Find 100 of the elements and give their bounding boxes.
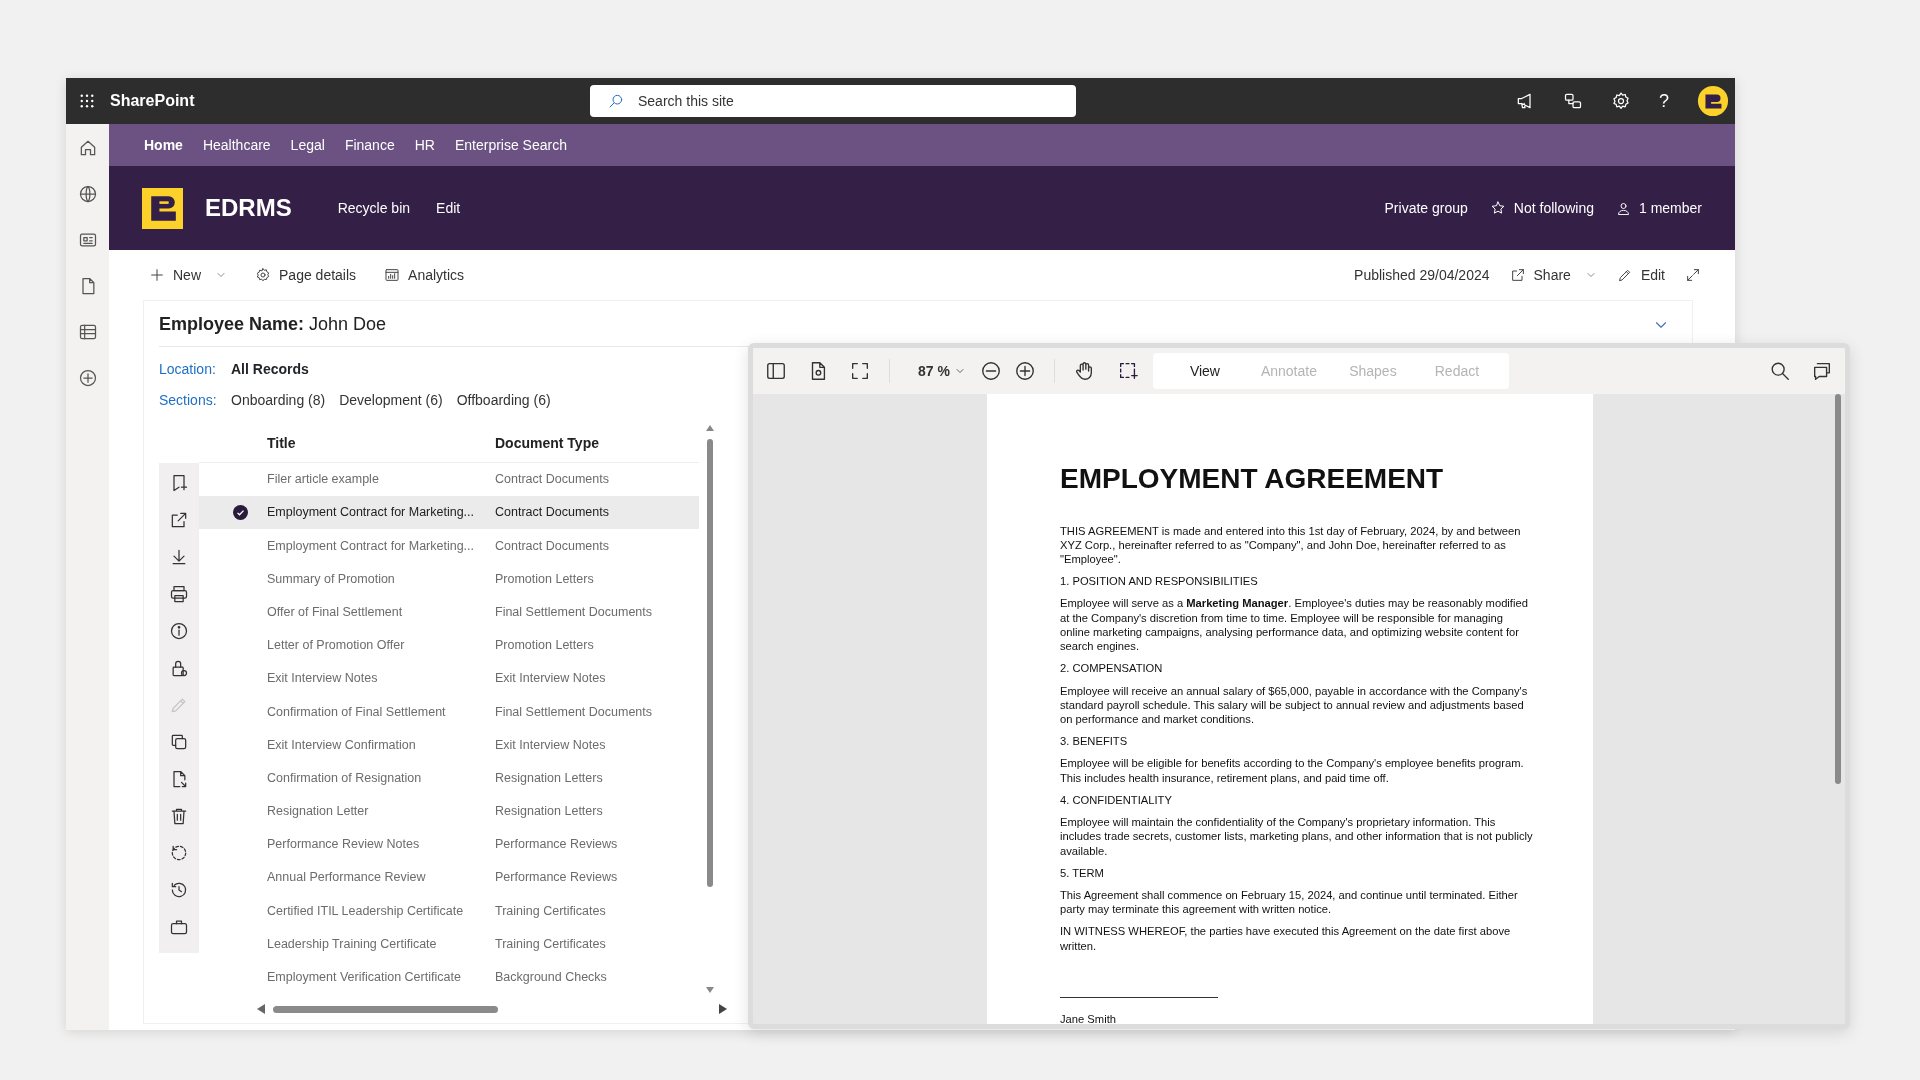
section-link[interactable]: Offboarding (6)	[456, 390, 551, 411]
section-heading: 1. POSITION AND RESPONSIBILITIES	[1060, 574, 1259, 589]
document-type-cell: Exit Interview Notes	[495, 737, 606, 752]
title-cell: Resignation Letter	[267, 804, 369, 819]
hub-nav-link[interactable]: Enterprise Search	[454, 134, 567, 156]
document-type-cell: Final Settlement Documents	[495, 704, 652, 719]
table-row[interactable]: Annual Performance Review Performance Reviews	[199, 861, 699, 895]
fullscreen-button[interactable]	[849, 360, 871, 382]
title-cell: Certified ITIL Leadership Certificate	[267, 903, 464, 918]
app-launcher-button[interactable]	[78, 92, 96, 110]
title-cell: Leadership Training Certificate	[267, 936, 437, 951]
published-date: Published 29/04/2024	[1354, 265, 1490, 285]
table-row[interactable]: Summary of Promotion Promotion Letters	[199, 562, 699, 596]
search-field[interactable]: Search this site	[590, 85, 1076, 117]
members-button[interactable]: 1 member	[1615, 197, 1702, 219]
zoom-dropdown[interactable]: 87 %	[918, 360, 966, 382]
table-row[interactable]: Employment Contract for Marketing... Contract Documents	[199, 496, 699, 530]
location-label: Location:	[159, 360, 217, 379]
table-row[interactable]: Filer article example Contract Documents	[199, 463, 699, 497]
table-row[interactable]: Leadership Training Certificate Training Certificates	[199, 927, 699, 961]
scroll-right-icon[interactable]	[719, 1004, 727, 1014]
page-details-button[interactable]: Page details	[255, 264, 357, 286]
document-paragraph: This Agreement shall commence on February 15, 2024, and continue until terminated. Either party may terminate this agreement with written notice.	[1060, 887, 1519, 917]
new-button[interactable]: New	[149, 264, 227, 286]
location-value: All Records	[231, 360, 309, 379]
print-icon[interactable]	[169, 584, 189, 604]
hub-nav-link[interactable]: Finance	[344, 134, 395, 156]
document-paragraph: Employee will maintain the confidentiality of the Company's proprietary information. This includes trade secrets, customer lists, marketing plans, and other information that is not publicly available.	[1060, 815, 1533, 858]
check-icon[interactable]	[232, 505, 248, 521]
vertical-scrollbar-thumb[interactable]	[1835, 394, 1841, 784]
edit-button[interactable]: Edit	[1616, 264, 1665, 286]
section-heading: 2. COMPENSATION	[1060, 661, 1164, 676]
header-link[interactable]: Edit	[436, 197, 461, 219]
history-icon[interactable]	[169, 880, 189, 900]
document-type-cell: Exit Interview Notes	[495, 671, 606, 686]
avatar[interactable]	[1697, 85, 1729, 117]
expand-icon[interactable]	[1685, 267, 1701, 283]
app-name[interactable]: SharePoint	[110, 89, 590, 113]
trash-icon[interactable]	[169, 806, 189, 826]
scroll-up-icon[interactable]	[706, 425, 714, 431]
comment-icon[interactable]	[1811, 360, 1833, 382]
record-heading: Employee Name: John Doe	[159, 313, 387, 336]
title-cell: Employment Contract for Marketing...	[267, 505, 475, 520]
table-row[interactable]: Confirmation of Final Settlement Final Settlement Documents	[199, 695, 699, 729]
scroll-down-icon[interactable]	[706, 987, 714, 993]
section-link[interactable]: Onboarding (8)	[231, 390, 326, 411]
info-icon[interactable]	[169, 621, 189, 641]
table-row[interactable]: Exit Interview Notes Exit Interview Notes	[199, 662, 699, 696]
add-icon[interactable]	[77, 368, 98, 388]
document-type-cell: Resignation Letters	[495, 804, 603, 819]
table-row[interactable]: Resignation Letter Resignation Letters	[199, 794, 699, 829]
section-heading: 5. TERM	[1060, 865, 1105, 880]
analytics-button[interactable]: Analytics	[384, 264, 465, 286]
header-link[interactable]: Recycle bin	[337, 197, 411, 219]
title-cell: Confirmation of Resignation	[267, 770, 422, 785]
privacy-label: Private group	[1384, 198, 1468, 218]
hub-nav-link[interactable]: Healthcare	[202, 134, 271, 156]
table-row[interactable]: Exit Interview Confirmation Exit Interview Notes	[199, 728, 699, 762]
table-row[interactable]: Employment Verification Certificate Background Checks	[199, 960, 699, 994]
hub-nav-link[interactable]: HR	[414, 134, 435, 156]
copy-icon[interactable]	[169, 732, 189, 752]
sync-icon[interactable]	[169, 843, 189, 863]
zoom-out-button[interactable]	[979, 360, 1002, 382]
list-icon[interactable]	[77, 322, 98, 342]
sidebar-toggle-button[interactable]	[765, 360, 787, 382]
document-type-cell: Background Checks	[495, 970, 607, 985]
site-logo	[142, 187, 183, 229]
title-cell: Summary of Promotion	[267, 571, 395, 586]
table-row[interactable]: Performance Review Notes Performance Reviews	[199, 828, 699, 862]
column-header[interactable]: Title	[267, 435, 296, 451]
title-cell: Exit Interview Notes	[267, 671, 378, 686]
follow-button[interactable]: Not following	[1489, 197, 1594, 219]
table-row[interactable]: Offer of Final Settlement Final Settlement Documents	[199, 595, 699, 629]
search-icon[interactable]	[1769, 360, 1791, 382]
mode-tab[interactable]: View	[1162, 359, 1247, 383]
table-row[interactable]: Certified ITIL Leadership Certificate Training Certificates	[199, 894, 699, 928]
horizontal-scrollbar-thumb[interactable]	[273, 1005, 498, 1013]
chat-icon[interactable]	[1563, 91, 1583, 111]
document-type-cell: Contract Documents	[495, 505, 609, 520]
table-row[interactable]: Letter of Promotion Offer Promotion Letters	[199, 628, 699, 663]
hub-nav-link[interactable]: Home	[144, 134, 183, 156]
signatory-name: Jane Smith	[1060, 1011, 1117, 1024]
section-link[interactable]: Development (6)	[339, 390, 443, 411]
document-type-cell: Performance Reviews	[495, 837, 618, 852]
globe-icon[interactable]	[77, 184, 98, 204]
table-row[interactable]: Employment Contract for Marketing... Contract Documents	[199, 529, 699, 563]
help-button[interactable]: ?	[1659, 87, 1669, 115]
settings-icon[interactable]	[1611, 91, 1631, 111]
document-type-cell: Contract Documents	[495, 472, 609, 487]
document-type-cell: Resignation Letters	[495, 770, 603, 785]
title-cell: Filer article example	[267, 472, 379, 487]
table-row[interactable]: Confirmation of Resignation Resignation Letters	[199, 761, 699, 795]
zoom-in-button[interactable]	[1013, 360, 1036, 382]
share-button[interactable]: Share	[1509, 264, 1597, 286]
hub-nav-link[interactable]: Legal	[290, 134, 325, 156]
document-paragraph: Employee will receive an annual salary of $65,000, payable in accordance with the Company's standard payroll schedule. This salary will be subject to annual review and adjustments based on performance and market conditions.	[1060, 683, 1529, 727]
scroll-left-icon[interactable]	[257, 1004, 265, 1014]
vertical-scrollbar-thumb[interactable]	[707, 439, 713, 887]
share-icon[interactable]	[169, 510, 189, 530]
column-header[interactable]: Document Type	[495, 435, 599, 451]
